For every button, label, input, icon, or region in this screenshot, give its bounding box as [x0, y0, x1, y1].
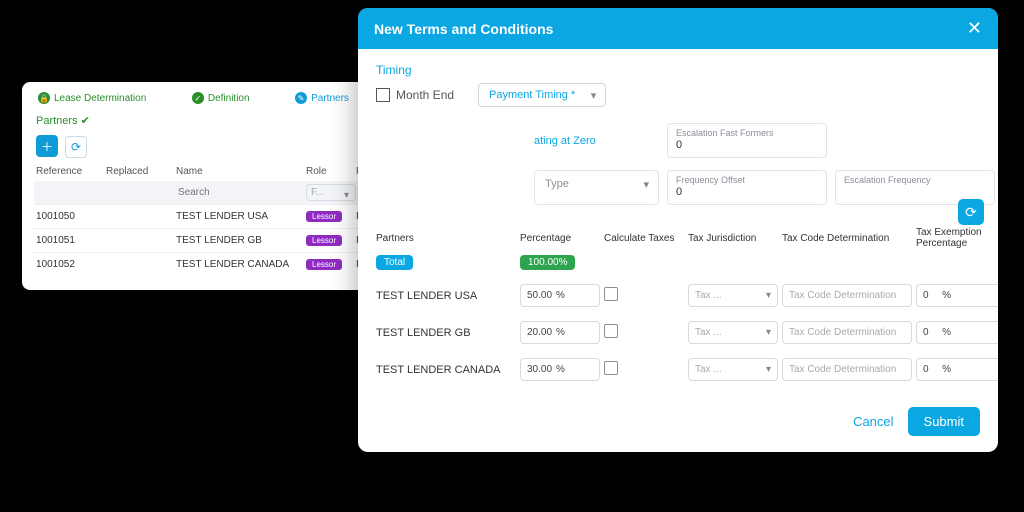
type-select[interactable]: Type	[534, 170, 659, 205]
wiz-label: Partners	[311, 93, 349, 104]
percentage-input[interactable]: 30.00%	[520, 358, 600, 381]
wiz-lease-determination[interactable]: 🔒 Lease Determination	[38, 92, 146, 104]
close-icon[interactable]: ✕	[967, 18, 982, 39]
tax-exemption-input[interactable]: 0 %	[916, 321, 998, 344]
pencil-icon: ✎	[295, 92, 307, 104]
frequency-offset-field[interactable]: Frequency Offset0	[667, 170, 827, 205]
add-button[interactable]: ＋	[36, 135, 58, 157]
submit-button[interactable]: Submit	[908, 407, 980, 436]
col-replaced: Replaced	[106, 166, 176, 177]
tax-jurisdiction-select[interactable]: Tax ...	[688, 358, 778, 381]
field-value: 0	[676, 186, 818, 198]
refresh-button[interactable]: ⟳	[65, 136, 87, 158]
ating-zero-fragment: ating at Zero	[534, 135, 659, 147]
tax-code-input[interactable]: Tax Code Determination	[782, 358, 912, 381]
check-icon: ✓	[192, 92, 204, 104]
new-terms-dialog: New Terms and Conditions ✕ Timing Month …	[358, 8, 998, 452]
checkbox-icon	[376, 88, 390, 102]
calculate-taxes-checkbox[interactable]	[604, 324, 618, 338]
timing-label: Timing	[376, 63, 980, 77]
section-title: Partners	[36, 115, 78, 127]
allocation-table-header: Partners Percentage Calculate Taxes Tax …	[376, 227, 980, 249]
field-label: Frequency Offset	[676, 175, 818, 185]
dialog-footer: Cancel Submit	[358, 393, 998, 452]
cancel-button[interactable]: Cancel	[853, 414, 893, 429]
escalation-fast-field[interactable]: Escalation Fast Formers0	[667, 123, 827, 158]
dialog-header: New Terms and Conditions ✕	[358, 8, 998, 49]
percentage-input[interactable]: 50.00%	[520, 284, 600, 307]
tax-exemption-input[interactable]: 0 %	[916, 284, 998, 307]
field-value: 0	[676, 139, 818, 151]
role-badge: Lessor	[306, 235, 342, 246]
allocation-row: TEST LENDER USA 50.00% Tax ... Tax Code …	[376, 284, 980, 307]
partner-name: TEST LENDER USA	[376, 290, 516, 302]
total-percentage-pill: 100.00%	[520, 255, 575, 270]
cell-reference: 1001050	[36, 211, 106, 222]
col-tax-jurisdiction: Tax Jurisdiction	[688, 233, 778, 244]
col-percentage: Percentage	[520, 233, 600, 244]
tax-code-input[interactable]: Tax Code Determination	[782, 321, 912, 344]
check-icon: ✔	[81, 115, 90, 127]
search-input[interactable]	[176, 186, 306, 199]
calculate-taxes-checkbox[interactable]	[604, 287, 618, 301]
col-tax-exemption: Tax Exemption Percentage	[916, 227, 998, 249]
rotate-button[interactable]: ⟳	[958, 199, 984, 225]
col-role: Role	[306, 166, 356, 177]
col-name: Name	[176, 166, 306, 177]
role-badge: Lessor	[306, 211, 342, 222]
role-badge: Lessor	[306, 259, 342, 270]
cell-name: TEST LENDER GB	[176, 235, 306, 246]
col-partners: Partners	[376, 233, 516, 244]
tax-jurisdiction-select[interactable]: Tax ...	[688, 284, 778, 307]
calculate-taxes-checkbox[interactable]	[604, 361, 618, 375]
allocation-row: TEST LENDER GB 20.00% Tax ... Tax Code D…	[376, 321, 980, 344]
cell-reference: 1001052	[36, 259, 106, 270]
tax-code-input[interactable]: Tax Code Determination	[782, 284, 912, 307]
total-pill: Total	[376, 255, 413, 270]
cell-name: TEST LENDER CANADA	[176, 259, 306, 270]
partner-name: TEST LENDER CANADA	[376, 364, 516, 376]
role-filter[interactable]: F...	[306, 184, 356, 201]
payment-timing-select[interactable]: Payment Timing *	[478, 83, 606, 107]
cell-name: TEST LENDER USA	[176, 211, 306, 222]
wiz-label: Definition	[208, 93, 250, 104]
month-end-checkbox[interactable]: Month End	[376, 88, 454, 102]
wiz-definition[interactable]: ✓ Definition	[192, 92, 250, 104]
wiz-partners[interactable]: ✎ Partners	[295, 92, 349, 104]
field-label: Escalation Frequency	[844, 175, 986, 185]
tax-exemption-input[interactable]: 0 %	[916, 358, 998, 381]
month-end-label: Month End	[396, 88, 454, 102]
col-tax-code: Tax Code Determination	[782, 233, 912, 244]
lock-icon: 🔒	[38, 92, 50, 104]
allocation-row: TEST LENDER CANADA 30.00% Tax ... Tax Co…	[376, 358, 980, 381]
tax-jurisdiction-select[interactable]: Tax ...	[688, 321, 778, 344]
partner-name: TEST LENDER GB	[376, 327, 516, 339]
percentage-input[interactable]: 20.00%	[520, 321, 600, 344]
field-label: Escalation Fast Formers	[676, 128, 818, 138]
total-row: Total 100.00%	[376, 255, 980, 270]
col-calculate-taxes: Calculate Taxes	[604, 233, 684, 244]
col-reference: Reference	[36, 166, 106, 177]
wiz-label: Lease Determination	[54, 93, 146, 104]
cell-reference: 1001051	[36, 235, 106, 246]
dialog-title: New Terms and Conditions	[374, 21, 553, 37]
